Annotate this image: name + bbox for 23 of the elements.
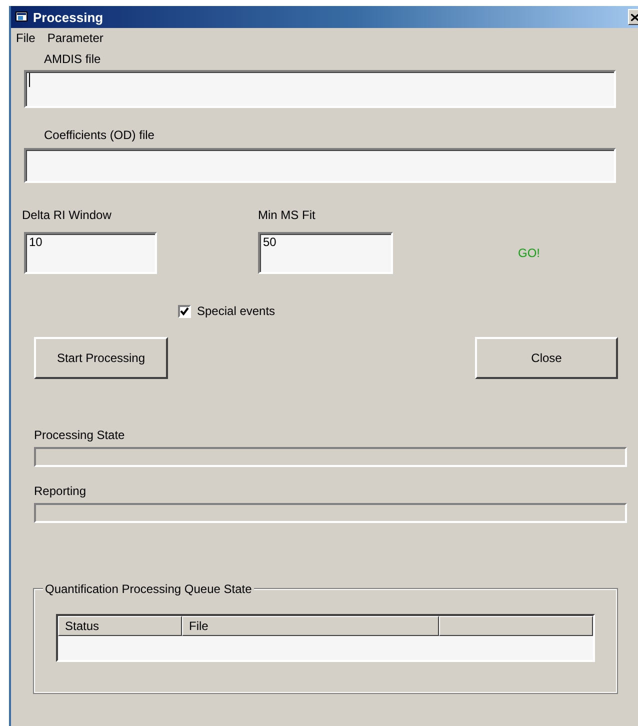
- input-field[interactable]: 50: [258, 232, 393, 274]
- input-field[interactable]: 10: [24, 232, 157, 274]
- start-processing-button[interactable]: Start Processing: [34, 337, 168, 379]
- checkbox-label: Special events: [197, 304, 276, 318]
- close-icon: [631, 14, 638, 20]
- checkbox[interactable]: [178, 304, 191, 318]
- menu-item[interactable]: File: [15, 31, 36, 46]
- input-field[interactable]: [24, 70, 616, 108]
- status-text: GO!: [518, 246, 540, 260]
- progress-label: Reporting: [34, 484, 86, 498]
- column-header[interactable]: File: [182, 616, 439, 636]
- field-label: Delta RI Window: [22, 208, 112, 222]
- field-label: Coefficients (OD) file: [44, 128, 154, 142]
- group-title: Quantification Processing Queue State: [43, 582, 254, 596]
- column-header[interactable]: Status: [58, 616, 182, 636]
- window-title: Processing: [33, 10, 104, 24]
- field-label: AMDIS file: [44, 52, 101, 66]
- input-field[interactable]: [24, 148, 616, 183]
- close-button[interactable]: Close: [475, 337, 618, 379]
- field-label: Min MS Fit: [258, 208, 316, 222]
- window-icon: [15, 11, 29, 23]
- progress-label: Processing State: [34, 428, 125, 442]
- menu-item[interactable]: Parameter: [46, 31, 104, 46]
